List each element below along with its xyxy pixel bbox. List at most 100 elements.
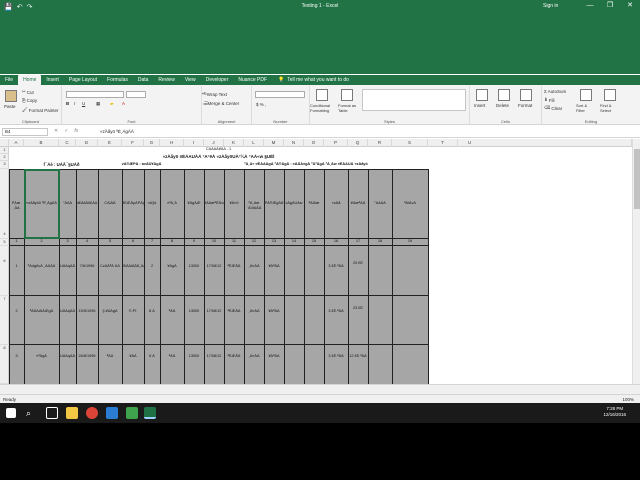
search-icon[interactable]: ⌕	[26, 407, 38, 419]
file-explorer-icon[interactable]	[66, 407, 78, 419]
row2-m[interactable]: ¥ÁªÀÁ	[264, 309, 284, 314]
row-header[interactable]: 8	[0, 345, 9, 384]
row-header[interactable]: 2	[0, 154, 9, 161]
column-header[interactable]: T	[428, 139, 458, 147]
select-all-corner[interactable]	[0, 139, 9, 147]
row1-h[interactable]: ¥ÀgÀ	[160, 264, 184, 269]
header-cell[interactable]: ¥ÀgÀÆ	[184, 201, 204, 206]
conditional-formatting-button[interactable]: Conditional Formatting	[310, 103, 336, 113]
conditional-formatting-icon[interactable]	[316, 89, 328, 101]
column-header[interactable]: O	[304, 139, 324, 147]
column-header[interactable]: R	[368, 139, 392, 147]
column-header[interactable]: A	[9, 139, 24, 147]
column-header[interactable]: H	[160, 139, 184, 147]
header-cell[interactable]: CAiÀÄ	[98, 201, 122, 206]
column-header[interactable]: L	[244, 139, 264, 147]
font-name-select[interactable]	[66, 91, 124, 98]
borders-icon[interactable]: ▦	[96, 101, 100, 107]
header-cell[interactable]: d£ÀäÀ¢£ÀA	[76, 201, 98, 206]
header-cell[interactable]: ¥À¤ð	[224, 201, 244, 206]
row1-income[interactable]: 13000	[184, 264, 204, 269]
tab-review[interactable]: Review	[153, 75, 179, 85]
bold-button[interactable]: B	[66, 101, 69, 106]
format-cells-button[interactable]: Format	[518, 103, 532, 108]
tab-nuance-pdf[interactable]: Nuance PDF	[233, 75, 272, 85]
paste-button[interactable]: Paste	[4, 104, 16, 109]
cut-button[interactable]: ✂ Cut	[22, 89, 34, 95]
copy-button[interactable]: ⎘ Copy	[22, 98, 37, 103]
restore-button[interactable]: ❐	[600, 0, 620, 12]
merge-center-button[interactable]: ⇔ Merge & Center	[202, 101, 239, 106]
tab-insert[interactable]: Insert	[41, 75, 64, 85]
row3-l[interactable]: ¸À¤ÀÁ	[244, 354, 264, 359]
header-cell[interactable]: °ÀAÀ	[59, 201, 76, 206]
row2-name[interactable]: ªÀÄAiÀÄÆgÀ	[24, 309, 59, 314]
number-cell[interactable]: 4	[76, 239, 98, 244]
sort-filter-icon[interactable]	[580, 89, 592, 101]
tab-page-layout[interactable]: Page Layout	[64, 75, 102, 85]
format-as-table-icon[interactable]	[341, 89, 353, 101]
header-cell[interactable]: PÀ®ÆgÀÄ	[264, 201, 284, 206]
row2-income[interactable]: 13000	[184, 309, 204, 314]
column-header[interactable]: U	[458, 139, 632, 147]
italic-button[interactable]: I	[74, 101, 75, 106]
column-header[interactable]: F	[122, 139, 144, 147]
header-cell[interactable]: ¥ÉÆÃµÀPÀgÀ	[122, 201, 144, 206]
format-cells-icon[interactable]	[520, 89, 532, 101]
row1-date[interactable]: 17/08/12	[204, 264, 224, 269]
spreadsheet-grid[interactable]: A B C D E F G H I J K L M N O P Q R S T …	[0, 139, 632, 384]
find-select-icon[interactable]	[604, 89, 616, 101]
column-header[interactable]: K	[224, 139, 244, 147]
row1-name[interactable]: ºÀdgÀvÀ ¸ÀÀÀÀ	[24, 264, 59, 269]
row2-dob[interactable]: 15/5/1996	[76, 309, 98, 314]
row1-l[interactable]: ¸À¤ÀÁ	[244, 264, 264, 269]
header-cell[interactable]: »A§¢	[144, 201, 160, 206]
excel-taskbar-icon[interactable]	[144, 407, 156, 419]
row3-g[interactable]: 8 Á	[144, 354, 160, 359]
system-clock[interactable]: 7:28 PM 12/16/2016	[603, 406, 626, 418]
tab-data[interactable]: Data	[133, 75, 154, 85]
header-cell[interactable]: ªÀiÁæ	[304, 201, 324, 206]
minimize-button[interactable]: —	[580, 0, 600, 12]
windows-start-icon[interactable]	[6, 408, 16, 418]
column-header[interactable]: J	[204, 139, 224, 147]
row2-g[interactable]: 8 Á	[144, 309, 160, 314]
word-icon[interactable]	[106, 407, 118, 419]
hostel-label[interactable]: ºÁ¸Á« ¤ÉÁAÁgÀ ªÁ®ÁgÀ : ¤ÁÃÀ¤gÀ ºÁªÁgÀ ªÀ…	[184, 162, 428, 167]
column-header[interactable]: C	[59, 139, 76, 147]
header-cell[interactable]: °AAÀÀ	[368, 201, 392, 206]
taluk-label[interactable]: vÁ®ÆPÀ : avÁÛ¥ÁgÀ	[99, 162, 184, 167]
insert-cells-button[interactable]: Insert	[474, 103, 485, 108]
currency-icon[interactable]: $ % ,	[256, 102, 266, 107]
fill-button[interactable]: ⬇ Fill	[544, 97, 555, 103]
cancel-icon[interactable]: ✕	[54, 128, 58, 134]
delete-cells-button[interactable]: Delete	[496, 103, 509, 108]
number-cell[interactable]: 3	[59, 239, 76, 244]
district-label[interactable]: f¯Áè : UÁÃ¯§UÁð	[24, 162, 99, 167]
chrome-icon[interactable]	[86, 407, 98, 419]
header-cell[interactable]: ¥ÀÀæªÉÃ±À	[204, 201, 224, 206]
row3-k[interactable]: ªÉÆÃÀ	[224, 354, 244, 359]
row3-dob[interactable]: 26/8/1996	[76, 354, 98, 359]
row1-dob[interactable]: 7/6/1996	[76, 264, 98, 269]
column-header[interactable]: D	[76, 139, 98, 147]
insert-cells-icon[interactable]	[476, 89, 488, 101]
number-cell[interactable]: 16	[324, 239, 348, 244]
column-header[interactable]: E	[98, 139, 122, 147]
row2-h[interactable]: ªÀÄ	[160, 309, 184, 314]
row-header[interactable]: 7	[0, 296, 9, 345]
sheet-serial-title[interactable]: CAÁAÀ¥ÀA - 1	[9, 147, 428, 152]
column-header[interactable]: I	[184, 139, 204, 147]
vertical-scrollbar[interactable]	[632, 139, 640, 384]
autosum-button[interactable]: Σ AutoSum	[544, 89, 566, 94]
name-box[interactable]: B4	[2, 128, 48, 136]
header-cell[interactable]: «zÁå	[324, 201, 348, 206]
row1-c[interactable]: UÀAqÀÄ	[59, 264, 76, 269]
tab-developer[interactable]: Developer	[201, 75, 234, 85]
row1-n[interactable]: 3 £É.ªÀÁ	[324, 264, 348, 269]
number-cell[interactable]: 15	[304, 239, 324, 244]
tab-formulas[interactable]: Formulas	[102, 75, 133, 85]
number-cell[interactable]: 11	[224, 239, 244, 244]
row2-date[interactable]: 17/08/12	[204, 309, 224, 314]
find-select-button[interactable]: Find & Select	[600, 103, 622, 113]
